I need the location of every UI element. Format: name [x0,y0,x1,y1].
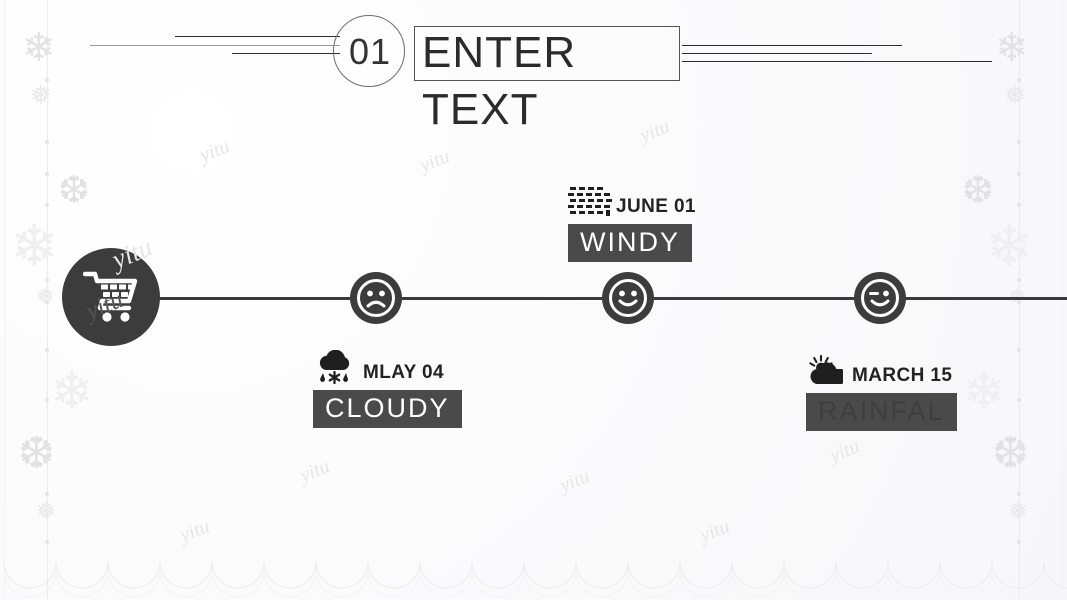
watermark: yitu [296,455,333,487]
event-date: MARCH 15 [852,365,953,386]
snowflake-icon: ❄ [962,363,1006,421]
section-number-text: 01 [348,31,392,72]
snowflake-icon: ❅ [36,284,55,309]
sad-face-icon [366,290,386,308]
header-rule-left-1 [175,36,340,37]
header-rule-right-2 [682,53,872,54]
snowflake-icon: ❄ [50,363,94,421]
slide-canvas: ❄ ❅ ❆ ❄ ❅ ❄ ❆ ❅ ❄ ❅ ❆ ❄ ❅ ❄ ❆ [0,0,1067,600]
slide-header: 01 ENTER TEXT [0,0,1067,150]
snowflake-icon: ❄ [10,214,59,279]
event-header-row: JUNE 01 [568,186,696,218]
header-rule-right-1 [682,45,902,46]
event-condition: WINDY [568,224,692,262]
event-header-row: MLAY 04 [313,350,462,384]
event-label-windy: JUNE 01 WINDY [568,186,696,262]
happy-face-icon [618,290,638,307]
winking-face-icon [869,290,890,307]
snowflake-icon: ❄ [985,214,1034,279]
watermark: yitu [556,465,593,497]
watermark: yitu [696,515,733,547]
header-rule-right-3 [682,61,992,62]
event-label-cloudy: MLAY 04 CLOUDY [313,350,462,428]
sun-behind-cloud-icon [809,355,843,384]
timeline-node-3[interactable] [854,272,906,324]
snowflake-icon: ❆ [18,429,55,478]
shopping-cart-icon [83,271,138,322]
section-number-badge: 01 [333,15,405,87]
watermark: yitu [416,145,453,177]
timeline-node-2[interactable] [602,272,654,324]
event-label-rainfall: MARCH 15 RAINFAL [806,355,957,431]
event-date: JUNE 01 [616,196,696,217]
timeline-axis [110,297,1067,300]
snowflake-icon: ❆ [962,170,994,212]
header-rule-left-3 [232,53,340,54]
event-header-row: MARCH 15 [806,355,957,387]
page-title-line-2: TEXT [422,85,539,134]
snowflake-icon: ❆ [58,170,90,212]
watermark: yitu [176,515,213,547]
header-rule-left-2 [90,45,340,46]
event-date: MLAY 04 [363,362,444,383]
cloud-snow-rain-icon [319,350,350,384]
bottom-scallop-border [3,561,1067,598]
event-condition: RAINFAL [806,393,957,431]
timeline-node-1[interactable] [350,272,402,324]
mist-dots-icon [568,187,612,216]
snowflake-icon: ❆ [992,429,1029,478]
page-title-line-1: ENTER [422,28,577,77]
watermark: yitu [826,435,863,467]
event-condition: CLOUDY [313,390,462,428]
timeline-start-node[interactable] [62,248,160,346]
